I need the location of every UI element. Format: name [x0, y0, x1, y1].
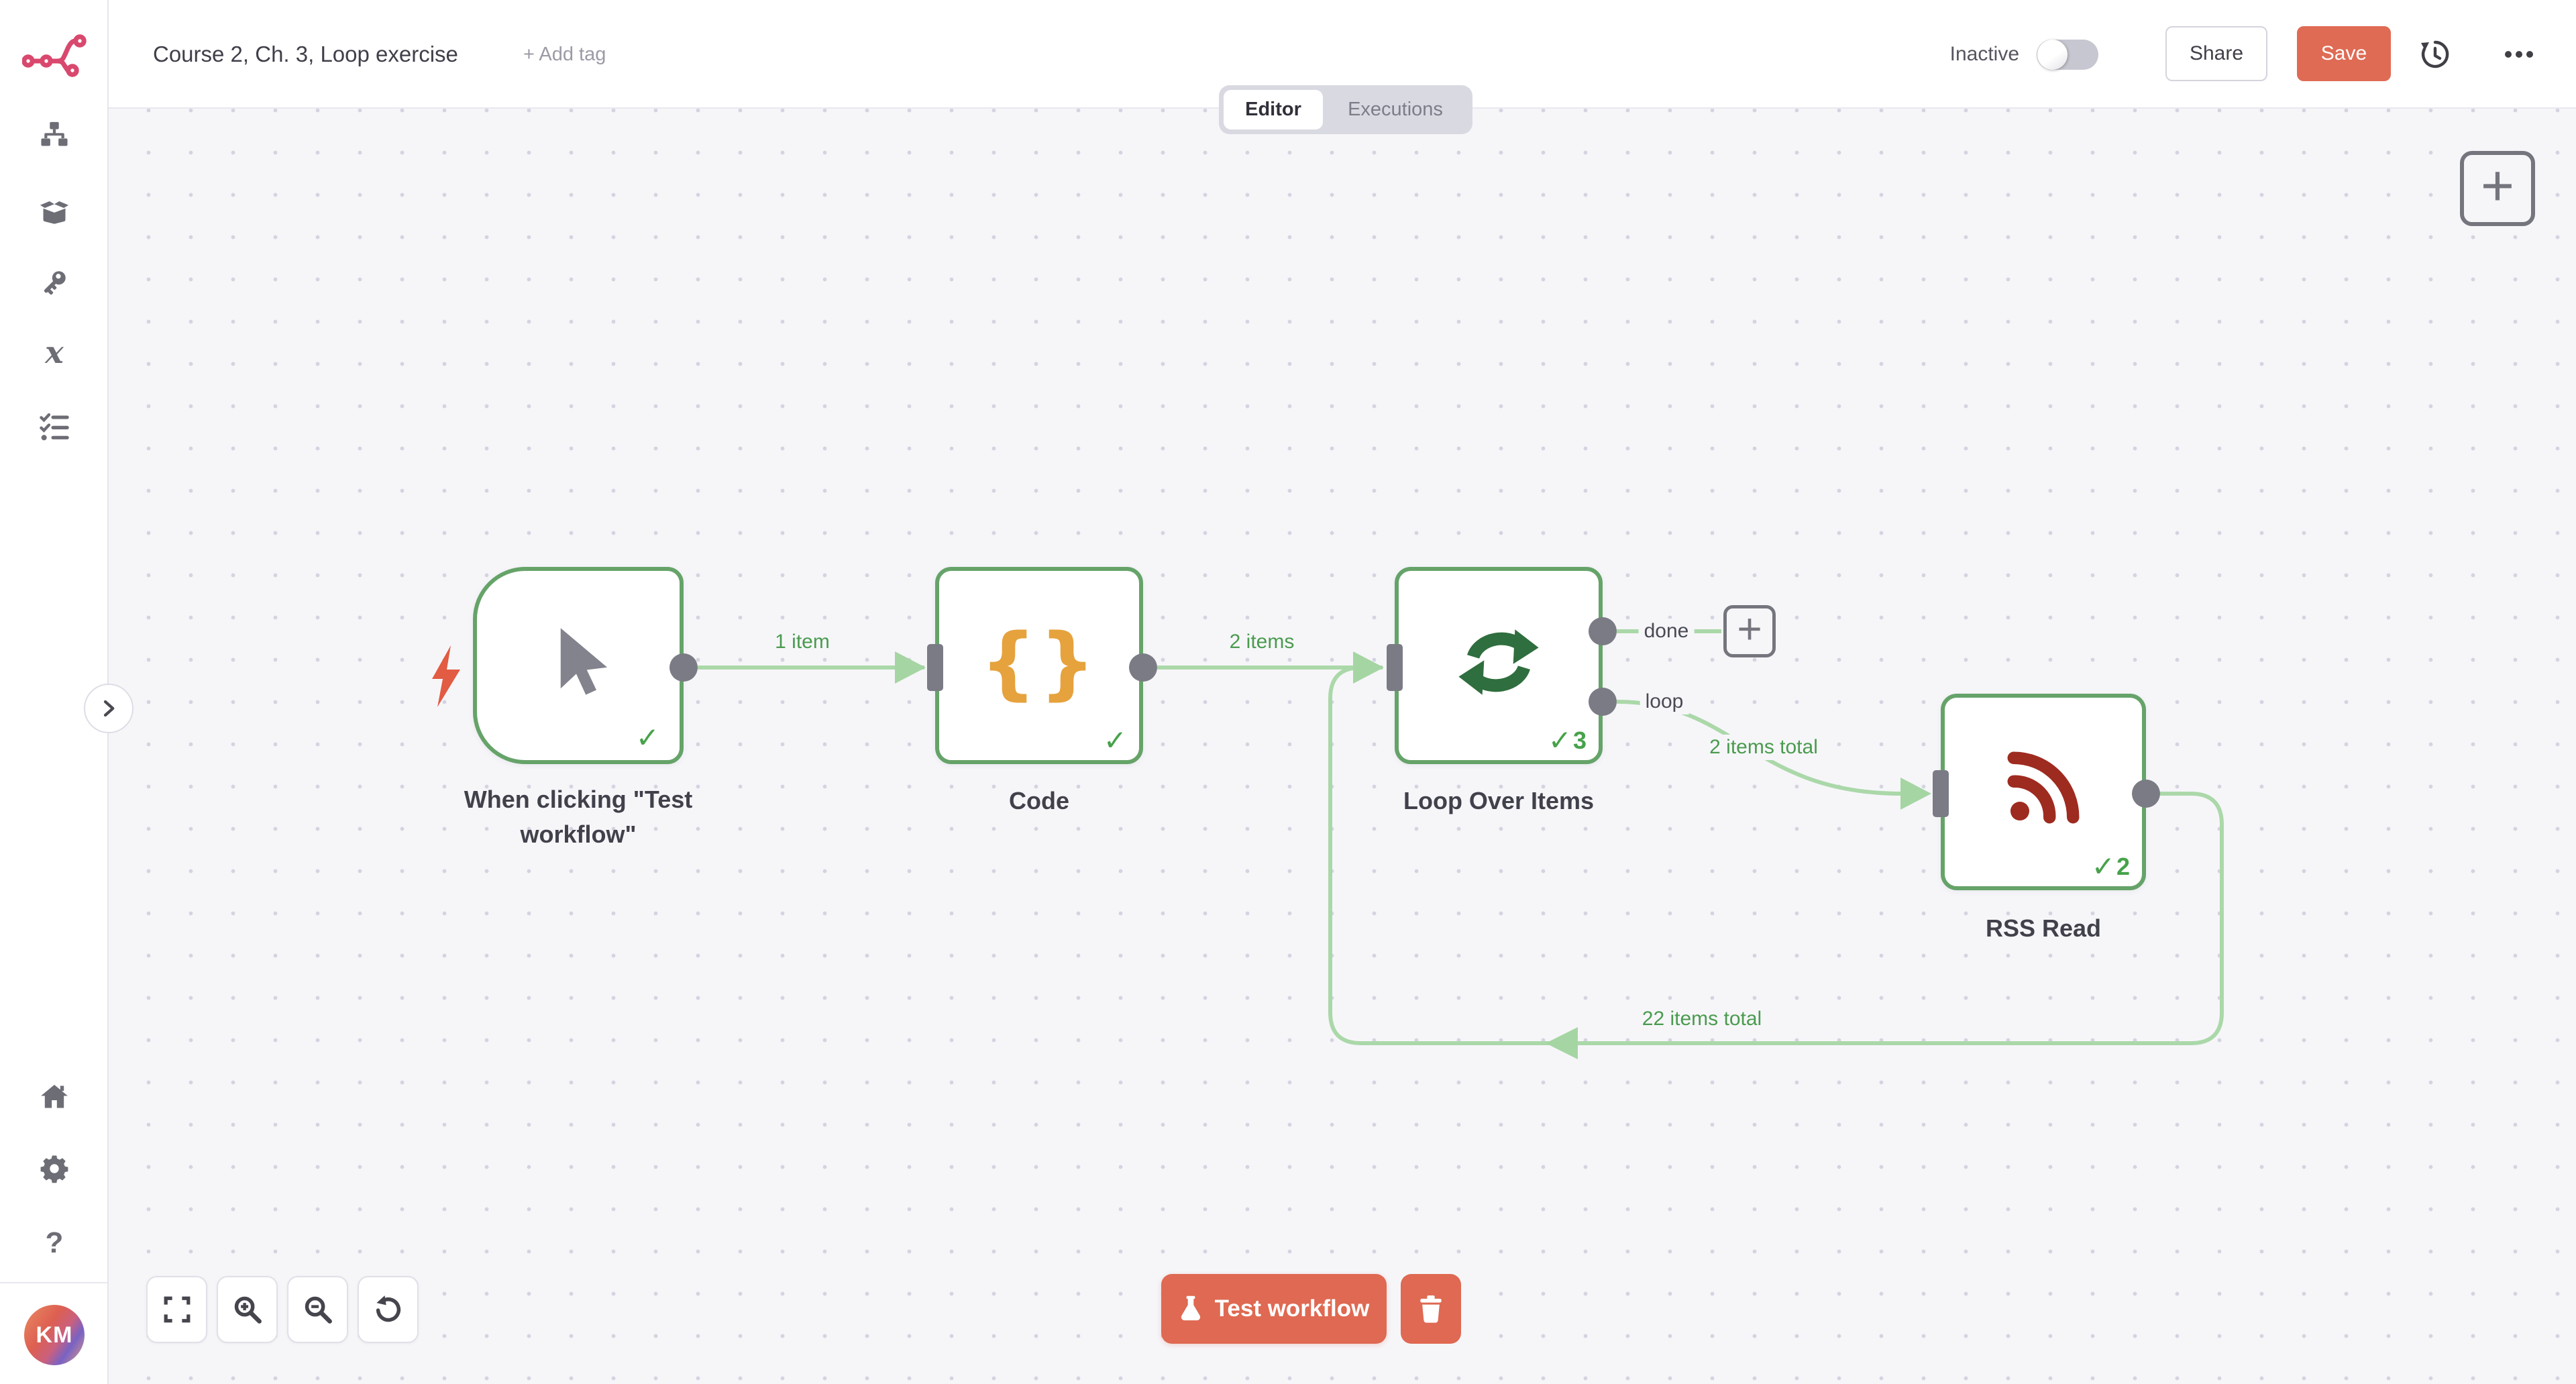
toggle-knob	[2037, 40, 2068, 70]
cursor-icon	[538, 621, 619, 701]
avatar[interactable]: KM	[24, 1305, 85, 1365]
view-tabs: Editor Executions	[1219, 85, 1472, 134]
test-workflow-button[interactable]: Test workflow	[1161, 1274, 1387, 1344]
code-output-port[interactable]	[1129, 653, 1157, 682]
active-toggle[interactable]	[2037, 40, 2098, 70]
home-icon	[39, 1081, 70, 1112]
loop-done-output-label: done	[1639, 619, 1695, 644]
more-options-button[interactable]	[2503, 38, 2535, 70]
node-trigger-label: When clicking "Test workflow"	[437, 782, 719, 852]
sidebar-item-workflows[interactable]	[0, 119, 109, 150]
sidebar-item-executions[interactable]	[0, 412, 109, 443]
sidebar-item-settings[interactable]	[0, 1153, 109, 1184]
node-code[interactable]: {} ✓	[935, 567, 1143, 764]
sidebar-expand-button[interactable]	[84, 684, 133, 733]
dot	[2516, 51, 2522, 58]
code-icon: {}	[980, 616, 1098, 708]
connection-label-22-items-total: 22 items total	[1635, 1006, 1768, 1032]
trigger-success-check: ✓	[636, 724, 659, 752]
dot	[2505, 51, 2512, 58]
sidebar-item-help[interactable]: ?	[0, 1226, 109, 1260]
node-loop-label: Loop Over Items	[1403, 784, 1594, 818]
connection-label-2-items: 2 items	[1223, 629, 1301, 655]
n8n-logo[interactable]	[22, 32, 87, 78]
zoom-in-button[interactable]	[217, 1276, 278, 1343]
code-success-check: ✓	[1104, 727, 1127, 755]
workflows-icon	[39, 119, 70, 150]
trigger-lightning-icon	[428, 644, 463, 708]
delete-workflow-button[interactable]	[1401, 1274, 1461, 1344]
node-rss-label: RSS Read	[1986, 911, 2101, 946]
tab-editor[interactable]: Editor	[1224, 90, 1323, 129]
workflow-status-label: Inactive	[1950, 0, 2019, 109]
connection-label-1-item: 1 item	[768, 629, 837, 655]
rss-success-check: ✓2	[2092, 853, 2130, 881]
sidebar-item-home[interactable]	[0, 1081, 109, 1112]
templates-box-icon	[39, 196, 70, 227]
workflow-canvas[interactable]	[109, 109, 2576, 1384]
loop-success-check: ✓3	[1548, 727, 1587, 755]
reset-zoom-button[interactable]	[358, 1276, 419, 1343]
fit-view-icon	[163, 1295, 191, 1324]
chevron-right-icon	[99, 698, 119, 718]
trash-icon	[1417, 1294, 1444, 1324]
add-tag-button[interactable]: + Add tag	[523, 0, 606, 109]
sidebar-divider	[0, 1282, 107, 1283]
sidebar-item-templates[interactable]	[0, 196, 109, 227]
zoom-out-icon	[303, 1295, 333, 1324]
add-node-after-done-button[interactable]: +	[1723, 605, 1776, 657]
rss-input-port[interactable]	[1933, 770, 1949, 817]
key-icon	[39, 267, 70, 298]
rss-icon	[2004, 748, 2083, 827]
save-button[interactable]: Save	[2297, 26, 2391, 81]
node-trigger[interactable]: ✓	[473, 567, 684, 764]
gear-icon	[39, 1153, 70, 1184]
workflow-history-button[interactable]	[2419, 38, 2451, 70]
node-loop[interactable]: ✓3	[1395, 567, 1603, 764]
executions-checklist-icon	[39, 412, 70, 443]
tab-executions[interactable]: Executions	[1323, 90, 1468, 129]
zoom-out-button[interactable]	[287, 1276, 348, 1343]
sidebar-item-variables[interactable]: x	[0, 337, 109, 368]
loop-loop-output-port[interactable]	[1589, 688, 1617, 716]
flask-icon	[1179, 1295, 1203, 1322]
code-input-port[interactable]	[927, 644, 943, 691]
loop-done-output-port[interactable]	[1589, 617, 1617, 645]
connection-label-2-items-total: 2 items total	[1703, 735, 1825, 760]
loop-refresh-icon	[1455, 619, 1542, 706]
loop-loop-output-label: loop	[1640, 689, 1689, 714]
node-rss[interactable]: ✓2	[1941, 694, 2146, 890]
sidebar-item-credentials[interactable]	[0, 267, 109, 298]
history-icon	[2419, 38, 2451, 70]
share-button[interactable]: Share	[2165, 26, 2267, 81]
zoom-in-icon	[233, 1295, 262, 1324]
dot	[2526, 51, 2533, 58]
workflow-title[interactable]: Course 2, Ch. 3, Loop exercise	[153, 0, 458, 109]
loop-input-port[interactable]	[1387, 644, 1403, 691]
rss-output-port[interactable]	[2132, 780, 2160, 808]
zoom-to-fit-button[interactable]	[146, 1276, 207, 1343]
variables-icon: x	[45, 337, 63, 368]
add-node-button[interactable]: +	[2460, 151, 2535, 226]
trigger-output-port[interactable]	[669, 653, 698, 682]
help-icon: ?	[46, 1226, 64, 1260]
node-code-label: Code	[1009, 784, 1069, 818]
reset-icon	[374, 1295, 403, 1324]
